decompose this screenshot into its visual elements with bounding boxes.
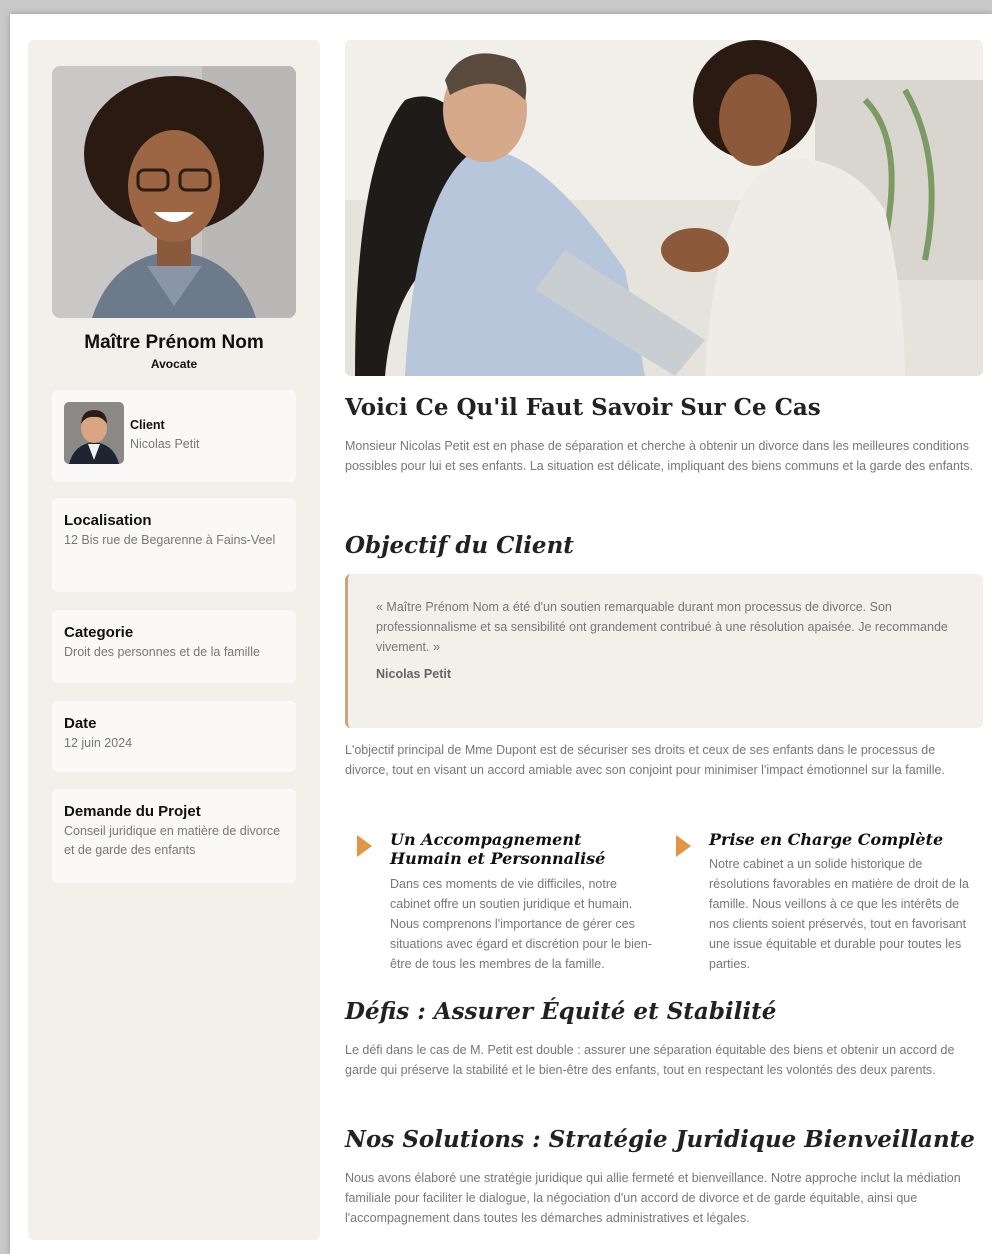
lawyer-portrait bbox=[52, 66, 296, 318]
objective-heading: Objectif du Client bbox=[345, 532, 574, 559]
solutions-heading: Nos Solutions : Stratégie Juridique Bien… bbox=[345, 1126, 975, 1153]
client-testimonial: « Maître Prénom Nom a été d'un soutien r… bbox=[345, 574, 983, 728]
demande-title: Demande du Projet bbox=[64, 803, 201, 820]
feature-text: Notre cabinet a un solide historique de … bbox=[709, 857, 969, 971]
localisation-title: Localisation bbox=[64, 512, 152, 529]
client-name: Nicolas Petit bbox=[130, 437, 200, 451]
defis-heading: Défis : Assurer Équité et Stabilité bbox=[345, 998, 777, 1025]
lawyer-role: Avocate bbox=[150, 357, 198, 371]
categorie-card: Categorie Droit des personnes et de la f… bbox=[52, 610, 296, 683]
client-label: Client bbox=[130, 418, 165, 432]
localisation-value: 12 Bis rue de Begarenne à Fains-Veel bbox=[64, 533, 276, 547]
localisation-card: Localisation 12 Bis rue de Begarenne à F… bbox=[52, 498, 296, 592]
arrow-icon bbox=[357, 835, 372, 857]
case-title: Voici Ce Qu'il Faut Savoir Sur Ce Cas bbox=[345, 394, 821, 421]
lawyer-name: Maître Prénom Nom bbox=[84, 332, 264, 353]
objective-text: L'objectif principal de Mme Dupont est d… bbox=[345, 743, 945, 777]
client-avatar bbox=[64, 402, 124, 464]
demande-card: Demande du Projet Conseil juridique en m… bbox=[52, 789, 296, 883]
demande-value: Conseil juridique en matière de divorce … bbox=[64, 824, 281, 857]
solutions-text: Nous avons élaboré une stratégie juridiq… bbox=[345, 1171, 961, 1225]
categorie-value: Droit des personnes et de la famille bbox=[64, 645, 260, 659]
client-card: Client Nicolas Petit bbox=[52, 390, 296, 482]
case-intro: Monsieur Nicolas Petit est en phase de s… bbox=[345, 439, 974, 473]
feature-title: Prise en Charge Complète bbox=[709, 830, 944, 849]
arrow-icon bbox=[676, 835, 691, 857]
defis-text: Le défi dans le cas de M. Petit est doub… bbox=[345, 1043, 955, 1077]
profile-sidebar: Maître Prénom Nom Avocate Client Nicolas… bbox=[28, 40, 320, 1240]
testimonial-author: Nicolas Petit bbox=[376, 667, 452, 681]
feature-title: Un Accompagnement Humain et Personnalisé bbox=[390, 830, 606, 868]
date-value: 12 juin 2024 bbox=[64, 736, 133, 750]
categorie-title: Categorie bbox=[64, 624, 134, 641]
hero-meeting-photo bbox=[345, 40, 983, 376]
testimonial-text: « Maître Prénom Nom a été d'un soutien r… bbox=[376, 600, 948, 654]
feature-text: Dans ces moments de vie difficiles, notr… bbox=[390, 877, 652, 971]
date-title: Date bbox=[64, 715, 97, 732]
date-card: Date 12 juin 2024 bbox=[52, 701, 296, 772]
